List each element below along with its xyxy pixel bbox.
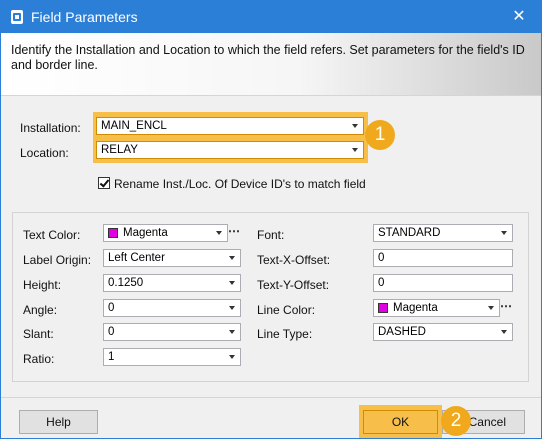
- ratio-label: Ratio:: [23, 352, 55, 366]
- text-y-offset-value: 0: [378, 277, 385, 289]
- font-value: STANDARD: [378, 227, 441, 239]
- instruction-text: Identify the Installation and Location t…: [11, 43, 525, 72]
- text-y-offset-label: Text-Y-Offset:: [257, 278, 330, 292]
- text-x-offset-label: Text-X-Offset:: [257, 253, 331, 267]
- font-dropdown[interactable]: STANDARD: [373, 224, 513, 242]
- rename-checkbox-label[interactable]: Rename Inst./Loc. Of Device ID's to matc…: [114, 177, 366, 191]
- title-bar: Field Parameters ✕: [1, 1, 541, 33]
- label-origin-value: Left Center: [108, 252, 165, 264]
- text-color-more-button[interactable]: ⋯: [228, 224, 240, 242]
- chevron-down-icon: [501, 231, 507, 235]
- chevron-down-icon: [229, 355, 235, 359]
- installation-value: MAIN_ENCL: [101, 120, 167, 132]
- text-color-label: Text Color:: [23, 228, 81, 242]
- line-color-value: Magenta: [393, 302, 438, 314]
- chevron-down-icon: [229, 281, 235, 285]
- ratio-value: 1: [108, 351, 115, 363]
- height-value: 0.1250: [108, 277, 144, 289]
- rename-checkbox[interactable]: [98, 177, 110, 189]
- callout-badge-2: 2: [441, 406, 471, 436]
- location-value: RELAY: [101, 144, 138, 156]
- installation-label: Installation:: [20, 121, 81, 135]
- slant-label: Slant:: [23, 327, 54, 341]
- chevron-down-icon: [501, 330, 507, 334]
- footer-separator: [1, 397, 541, 398]
- line-type-label: Line Type:: [257, 327, 313, 341]
- color-swatch: [108, 228, 118, 238]
- location-label: Location:: [20, 146, 69, 160]
- text-x-offset-value: 0: [378, 252, 385, 264]
- font-label: Font:: [257, 228, 285, 242]
- ok-button[interactable]: OK: [363, 410, 438, 434]
- line-color-dropdown[interactable]: Magenta: [373, 299, 500, 317]
- installation-dropdown[interactable]: MAIN_ENCL: [96, 117, 364, 135]
- instruction-header: Identify the Installation and Location t…: [1, 33, 541, 96]
- chevron-down-icon: [216, 231, 222, 235]
- text-y-offset-input[interactable]: 0: [373, 274, 513, 292]
- app-icon: [11, 10, 23, 24]
- line-type-dropdown[interactable]: DASHED: [373, 323, 513, 341]
- slant-value: 0: [108, 326, 115, 338]
- line-color-label: Line Color:: [257, 303, 316, 317]
- chevron-down-icon: [352, 148, 358, 152]
- field-parameters-dialog: Field Parameters ✕ Identify the Installa…: [0, 0, 542, 439]
- height-label: Height:: [23, 278, 62, 292]
- height-dropdown[interactable]: 0.1250: [103, 274, 241, 292]
- chevron-down-icon: [229, 306, 235, 310]
- help-button[interactable]: Help: [19, 410, 98, 434]
- window-title: Field Parameters: [31, 9, 138, 25]
- text-color-dropdown[interactable]: Magenta: [103, 224, 228, 242]
- slant-dropdown[interactable]: 0: [103, 323, 241, 341]
- close-icon[interactable]: ✕: [497, 1, 541, 33]
- ratio-dropdown[interactable]: 1: [103, 348, 241, 366]
- color-swatch: [378, 303, 388, 313]
- line-type-value: DASHED: [378, 326, 426, 338]
- chevron-down-icon: [229, 256, 235, 260]
- chevron-down-icon: [352, 124, 358, 128]
- chevron-down-icon: [488, 306, 494, 310]
- callout-badge-1: 1: [365, 120, 395, 150]
- angle-value: 0: [108, 302, 115, 314]
- line-color-more-button[interactable]: ⋯: [500, 299, 512, 317]
- checkmark-icon: [99, 177, 110, 188]
- label-origin-label: Label Origin:: [23, 253, 92, 267]
- angle-dropdown[interactable]: 0: [103, 299, 241, 317]
- text-x-offset-input[interactable]: 0: [373, 249, 513, 267]
- text-color-value: Magenta: [123, 227, 168, 239]
- location-dropdown[interactable]: RELAY: [96, 141, 364, 159]
- chevron-down-icon: [229, 330, 235, 334]
- angle-label: Angle:: [23, 303, 58, 317]
- label-origin-dropdown[interactable]: Left Center: [103, 249, 241, 267]
